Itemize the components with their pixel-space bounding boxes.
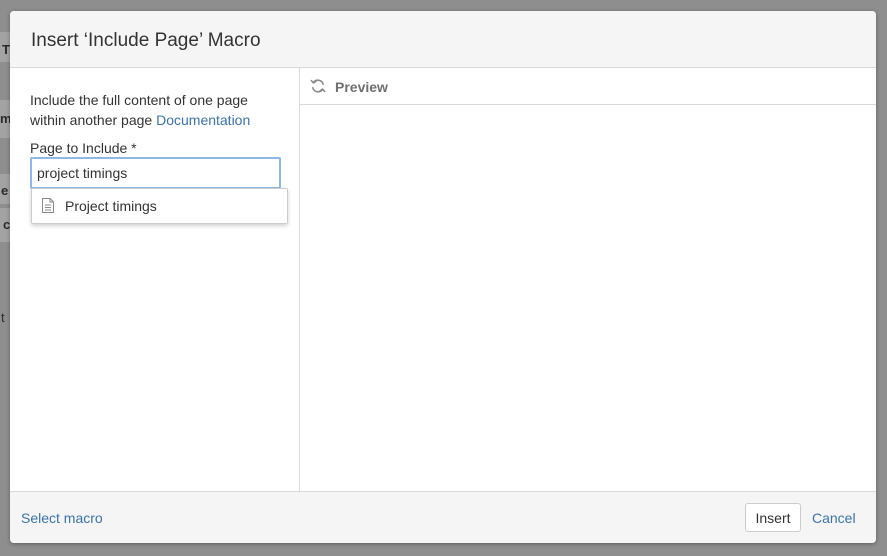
background-text-fragment: T xyxy=(2,42,10,57)
suggestion-label: Project timings xyxy=(65,198,157,214)
macro-parameters-panel: Include the full content of one page wit… xyxy=(10,68,300,491)
page-to-include-label: Page to Include * xyxy=(30,140,137,156)
select-macro-link[interactable]: Select macro xyxy=(21,510,103,526)
preview-label: Preview xyxy=(335,79,388,95)
page-suggestions-dropdown: Project timings xyxy=(31,188,288,224)
preview-area xyxy=(300,105,876,491)
dialog-footer: Select macro Insert Cancel xyxy=(10,491,876,543)
cancel-link[interactable]: Cancel xyxy=(812,510,856,526)
background-text-fragment: e xyxy=(1,183,9,198)
page-to-include-field xyxy=(30,157,281,189)
background-text-fragment: t xyxy=(1,310,5,325)
preview-panel: Preview xyxy=(300,68,876,491)
documentation-link[interactable]: Documentation xyxy=(156,112,250,128)
dialog-title: Insert ‘Include Page’ Macro xyxy=(31,30,261,51)
page-icon xyxy=(42,198,54,213)
page-to-include-input[interactable] xyxy=(32,159,277,187)
suggestion-item[interactable]: Project timings xyxy=(32,189,287,223)
insert-macro-dialog: Insert ‘Include Page’ Macro Include the … xyxy=(10,11,876,543)
insert-button[interactable]: Insert xyxy=(745,503,801,532)
macro-description: Include the full content of one page wit… xyxy=(30,90,280,130)
dialog-header: Insert ‘Include Page’ Macro xyxy=(10,11,876,68)
preview-toolbar: Preview xyxy=(300,68,876,105)
refresh-icon[interactable] xyxy=(310,78,326,94)
